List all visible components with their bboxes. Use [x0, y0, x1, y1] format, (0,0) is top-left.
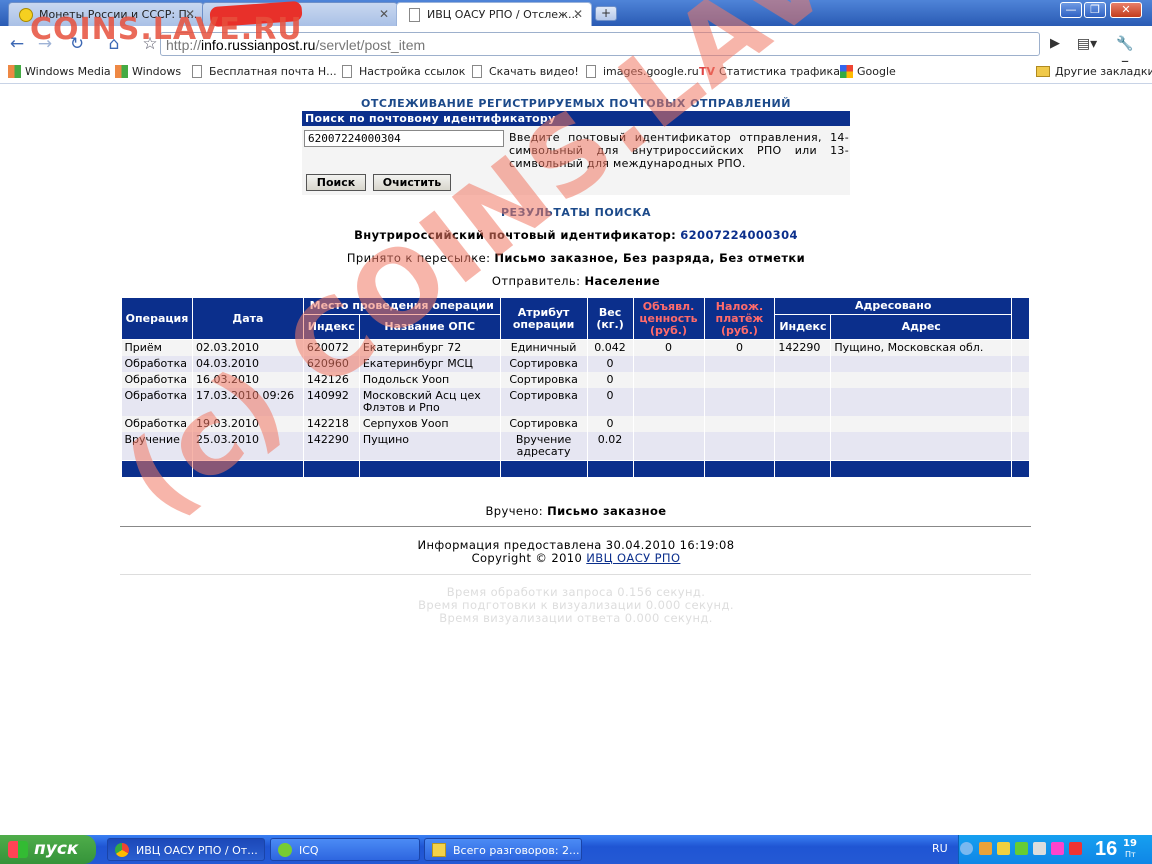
google-icon [840, 65, 853, 78]
taskbar: пуск ИВЦ ОАСУ РПО / От... ICQ Всего разг… [0, 835, 1152, 864]
divider [120, 574, 1031, 575]
go-icon[interactable]: ▶ [1044, 34, 1066, 54]
windows-icon [115, 65, 128, 78]
search-button[interactable]: Поиск [306, 174, 366, 191]
close-icon[interactable]: ✕ [573, 7, 583, 21]
chrome-icon [115, 843, 129, 857]
chat-icon [432, 843, 446, 857]
col-address: Адрес [830, 314, 1012, 340]
tray-app-icon[interactable] [1051, 842, 1064, 855]
tray-app-icon[interactable] [1033, 842, 1046, 855]
watermark-top: COINS.LAVE.RU [30, 12, 303, 47]
col-operation: Операция [121, 297, 193, 340]
copyright-line: Copyright © 2010 ИВЦ ОАСУ РПО [471, 551, 681, 565]
tab-title: ИВЦ ОАСУ РПО / Отслеж... [427, 8, 579, 21]
bookmark-video[interactable]: Скачать видео! [472, 65, 579, 78]
new-tab-button[interactable]: + [595, 6, 617, 21]
folder-icon [1036, 66, 1050, 77]
maximize-button[interactable]: ❐ [1084, 2, 1106, 18]
back-arrow-icon[interactable]: ← [6, 34, 28, 54]
bookmark-links[interactable]: Настройка ссылок [342, 65, 465, 78]
clock-hour[interactable]: 16 [1095, 838, 1117, 861]
col-attribute: Атрибут операции [499, 297, 588, 340]
task-chat[interactable]: Всего разговоров: 2... [424, 838, 582, 861]
tracking-id-input[interactable] [304, 130, 504, 147]
task-icq[interactable]: ICQ [270, 838, 420, 861]
timing-line: Время обработки запроса 0.156 секунд. [446, 585, 706, 599]
col-weight: Вес (кг.) [586, 297, 634, 340]
tray-app-icon[interactable] [1069, 842, 1082, 855]
task-browser[interactable]: ИВЦ ОАСУ РПО / От... [107, 838, 265, 861]
divider [120, 526, 1031, 527]
clock-day: Пт [1125, 850, 1136, 859]
minimize-button[interactable]: — [1060, 2, 1082, 18]
page-icon [342, 65, 352, 78]
copyright-link[interactable]: ИВЦ ОАСУ РПО [586, 551, 680, 565]
bookmark-mail[interactable]: Бесплатная почта Н... [192, 65, 337, 78]
col-spacer [1011, 297, 1030, 340]
accepted-line: Принято к пересылке: Письмо заказное, Бе… [346, 251, 806, 265]
bookmark-windows-media[interactable]: Windows Media [8, 65, 111, 78]
page-icon [472, 65, 482, 78]
page-icon [409, 8, 420, 22]
windows-icon [8, 65, 21, 78]
language-indicator[interactable]: RU [932, 842, 948, 855]
col-addr-index: Индекс [774, 314, 832, 340]
timing-line: Время визуализации ответа 0.000 секунд. [439, 611, 713, 625]
wrench-icon[interactable]: 🔧▾ [1114, 34, 1136, 72]
info-line: Информация предоставлена 30.04.2010 16:1… [417, 538, 735, 552]
tray-app-icon[interactable] [997, 842, 1010, 855]
tab-ivc[interactable]: ИВЦ ОАСУ РПО / Отслеж... ✕ [396, 2, 592, 26]
close-window-button[interactable]: ✕ [1110, 2, 1142, 18]
close-icon[interactable]: ✕ [379, 7, 389, 21]
col-declared: Объявл. ценность (руб.) [632, 297, 705, 340]
tracking-id-line: Внутрироссийский почтовый идентификатор:… [354, 228, 798, 242]
bookmark-google[interactable]: Google [840, 65, 896, 78]
tray-arrow-icon[interactable] [960, 842, 973, 855]
col-addressed: Адресовано [774, 297, 1012, 315]
page-icon [192, 65, 202, 78]
tray-app-icon[interactable] [1015, 842, 1028, 855]
timing-line: Время подготовки к визуализации 0.000 се… [418, 598, 734, 612]
bookmark-windows[interactable]: Windows [115, 65, 181, 78]
clock-minute: 19 [1123, 838, 1137, 849]
other-bookmarks[interactable]: Другие закладки [1036, 65, 1152, 78]
start-button[interactable]: пуск [0, 835, 96, 864]
windows-logo-icon [8, 841, 28, 858]
sender-line: Отправитель: Население [491, 274, 661, 288]
tray-app-icon[interactable] [979, 842, 992, 855]
page-menu-icon[interactable]: ▤▾ [1076, 34, 1098, 54]
col-cod: Налож. платёж (руб.) [703, 297, 776, 340]
icq-flower-icon [278, 843, 292, 857]
